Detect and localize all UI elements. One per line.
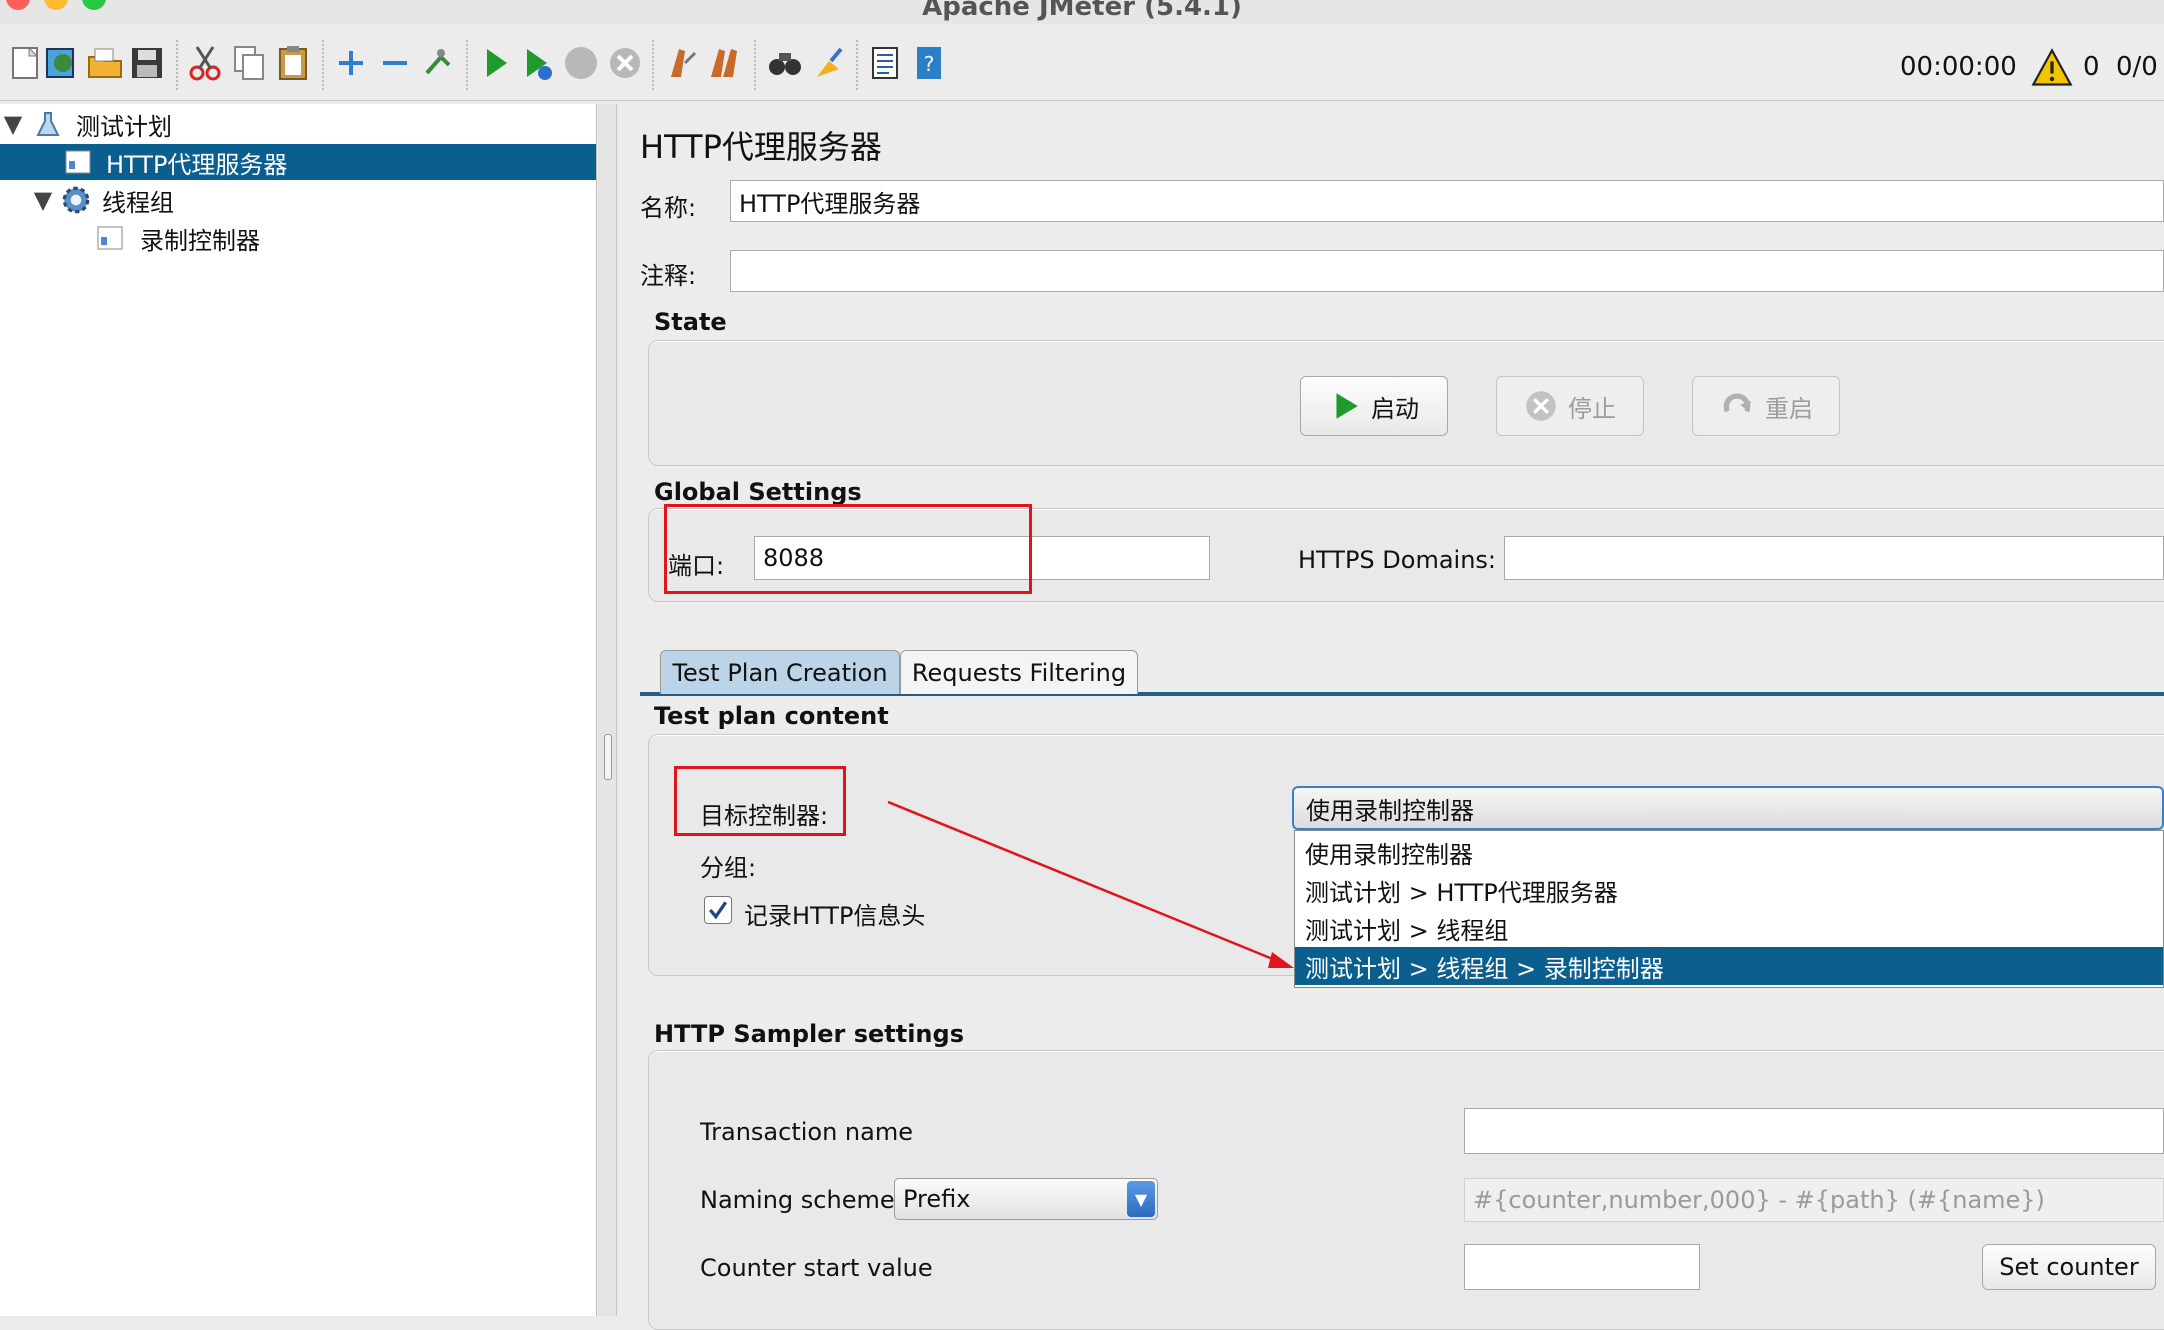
counter-start-label: Counter start value: [700, 1254, 933, 1282]
transaction-name-label: Transaction name: [700, 1118, 913, 1146]
counter-start-field[interactable]: [1464, 1244, 1700, 1290]
transaction-name-field[interactable]: [1464, 1108, 2164, 1154]
chevron-down-icon[interactable]: ▼: [1127, 1181, 1155, 1217]
naming-scheme-value: Prefix: [903, 1185, 971, 1213]
naming-scheme-label: Naming scheme: [700, 1186, 895, 1214]
naming-scheme-select[interactable]: Prefix ▼: [894, 1178, 1158, 1220]
set-counter-button[interactable]: Set counter: [1982, 1244, 2156, 1290]
sampler-settings-title: HTTP Sampler settings: [654, 1020, 964, 1048]
naming-format-field[interactable]: #{counter,number,000} - #{path} (#{name}…: [1464, 1178, 2164, 1222]
